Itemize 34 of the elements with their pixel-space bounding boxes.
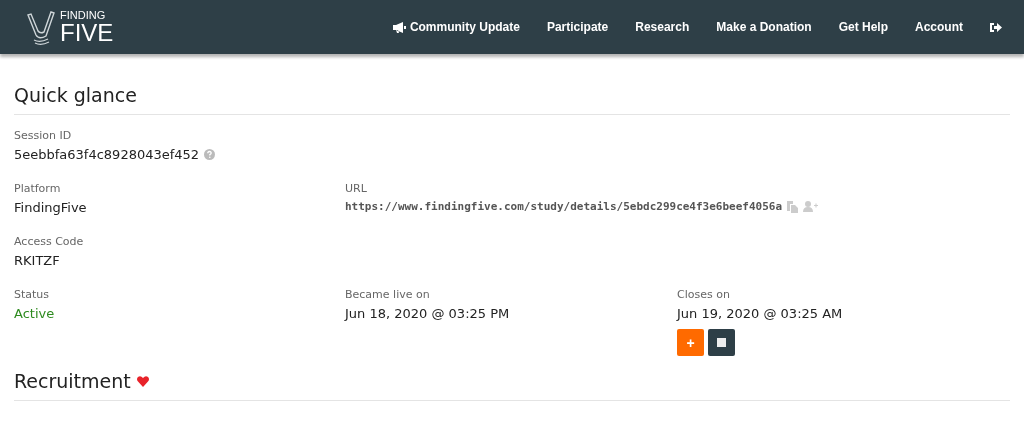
nav-link[interactable]: Participate xyxy=(546,20,609,34)
megaphone-icon xyxy=(392,21,406,33)
url-value: https://www.findingfive.com/study/details/5ebdc299ce4f3e6beef4056a xyxy=(345,200,783,213)
nav-link[interactable]: Account xyxy=(915,20,963,34)
field-label: Platform xyxy=(14,182,62,195)
boomerang-logo-icon xyxy=(24,9,58,45)
logo-text: FIVE xyxy=(60,20,114,45)
field-label: URL xyxy=(345,182,368,195)
stop-icon xyxy=(717,338,726,347)
access-code-value: RKITZF xyxy=(14,253,61,268)
copy-icon[interactable] xyxy=(787,200,799,213)
logo-text: FINDING xyxy=(60,9,107,21)
field-label: Access Code xyxy=(14,235,85,248)
help-icon[interactable] xyxy=(204,149,216,160)
nav-link[interactable]: Get Help xyxy=(838,20,888,34)
add-user-icon[interactable] xyxy=(803,201,819,212)
date-value: Jun 18, 2020 @ 03:25 PM xyxy=(345,306,511,321)
section-heading: Recruitment xyxy=(14,370,131,392)
field-label: Became live on xyxy=(345,288,431,301)
nav-link[interactable]: Make a Donation xyxy=(716,20,812,34)
heart-icon xyxy=(136,375,149,387)
session-id-value: 5eebbfa63f4c8928043ef452 xyxy=(14,147,200,162)
sign-out-button[interactable] xyxy=(990,21,1002,33)
sign-out-icon xyxy=(990,21,1002,33)
section-heading: Quick glance xyxy=(14,84,1010,115)
field-label: Closes on xyxy=(677,288,731,301)
field-label: Status xyxy=(14,288,51,301)
date-value: Jun 19, 2020 @ 03:25 AM xyxy=(677,306,844,321)
platform-value: FindingFive xyxy=(14,200,88,215)
status-value: Active xyxy=(14,306,56,321)
nav-link[interactable]: Community Update xyxy=(392,20,520,34)
nav-link[interactable]: Research xyxy=(635,20,690,34)
stop-button[interactable] xyxy=(708,329,735,356)
field-label: Session ID xyxy=(14,129,73,142)
